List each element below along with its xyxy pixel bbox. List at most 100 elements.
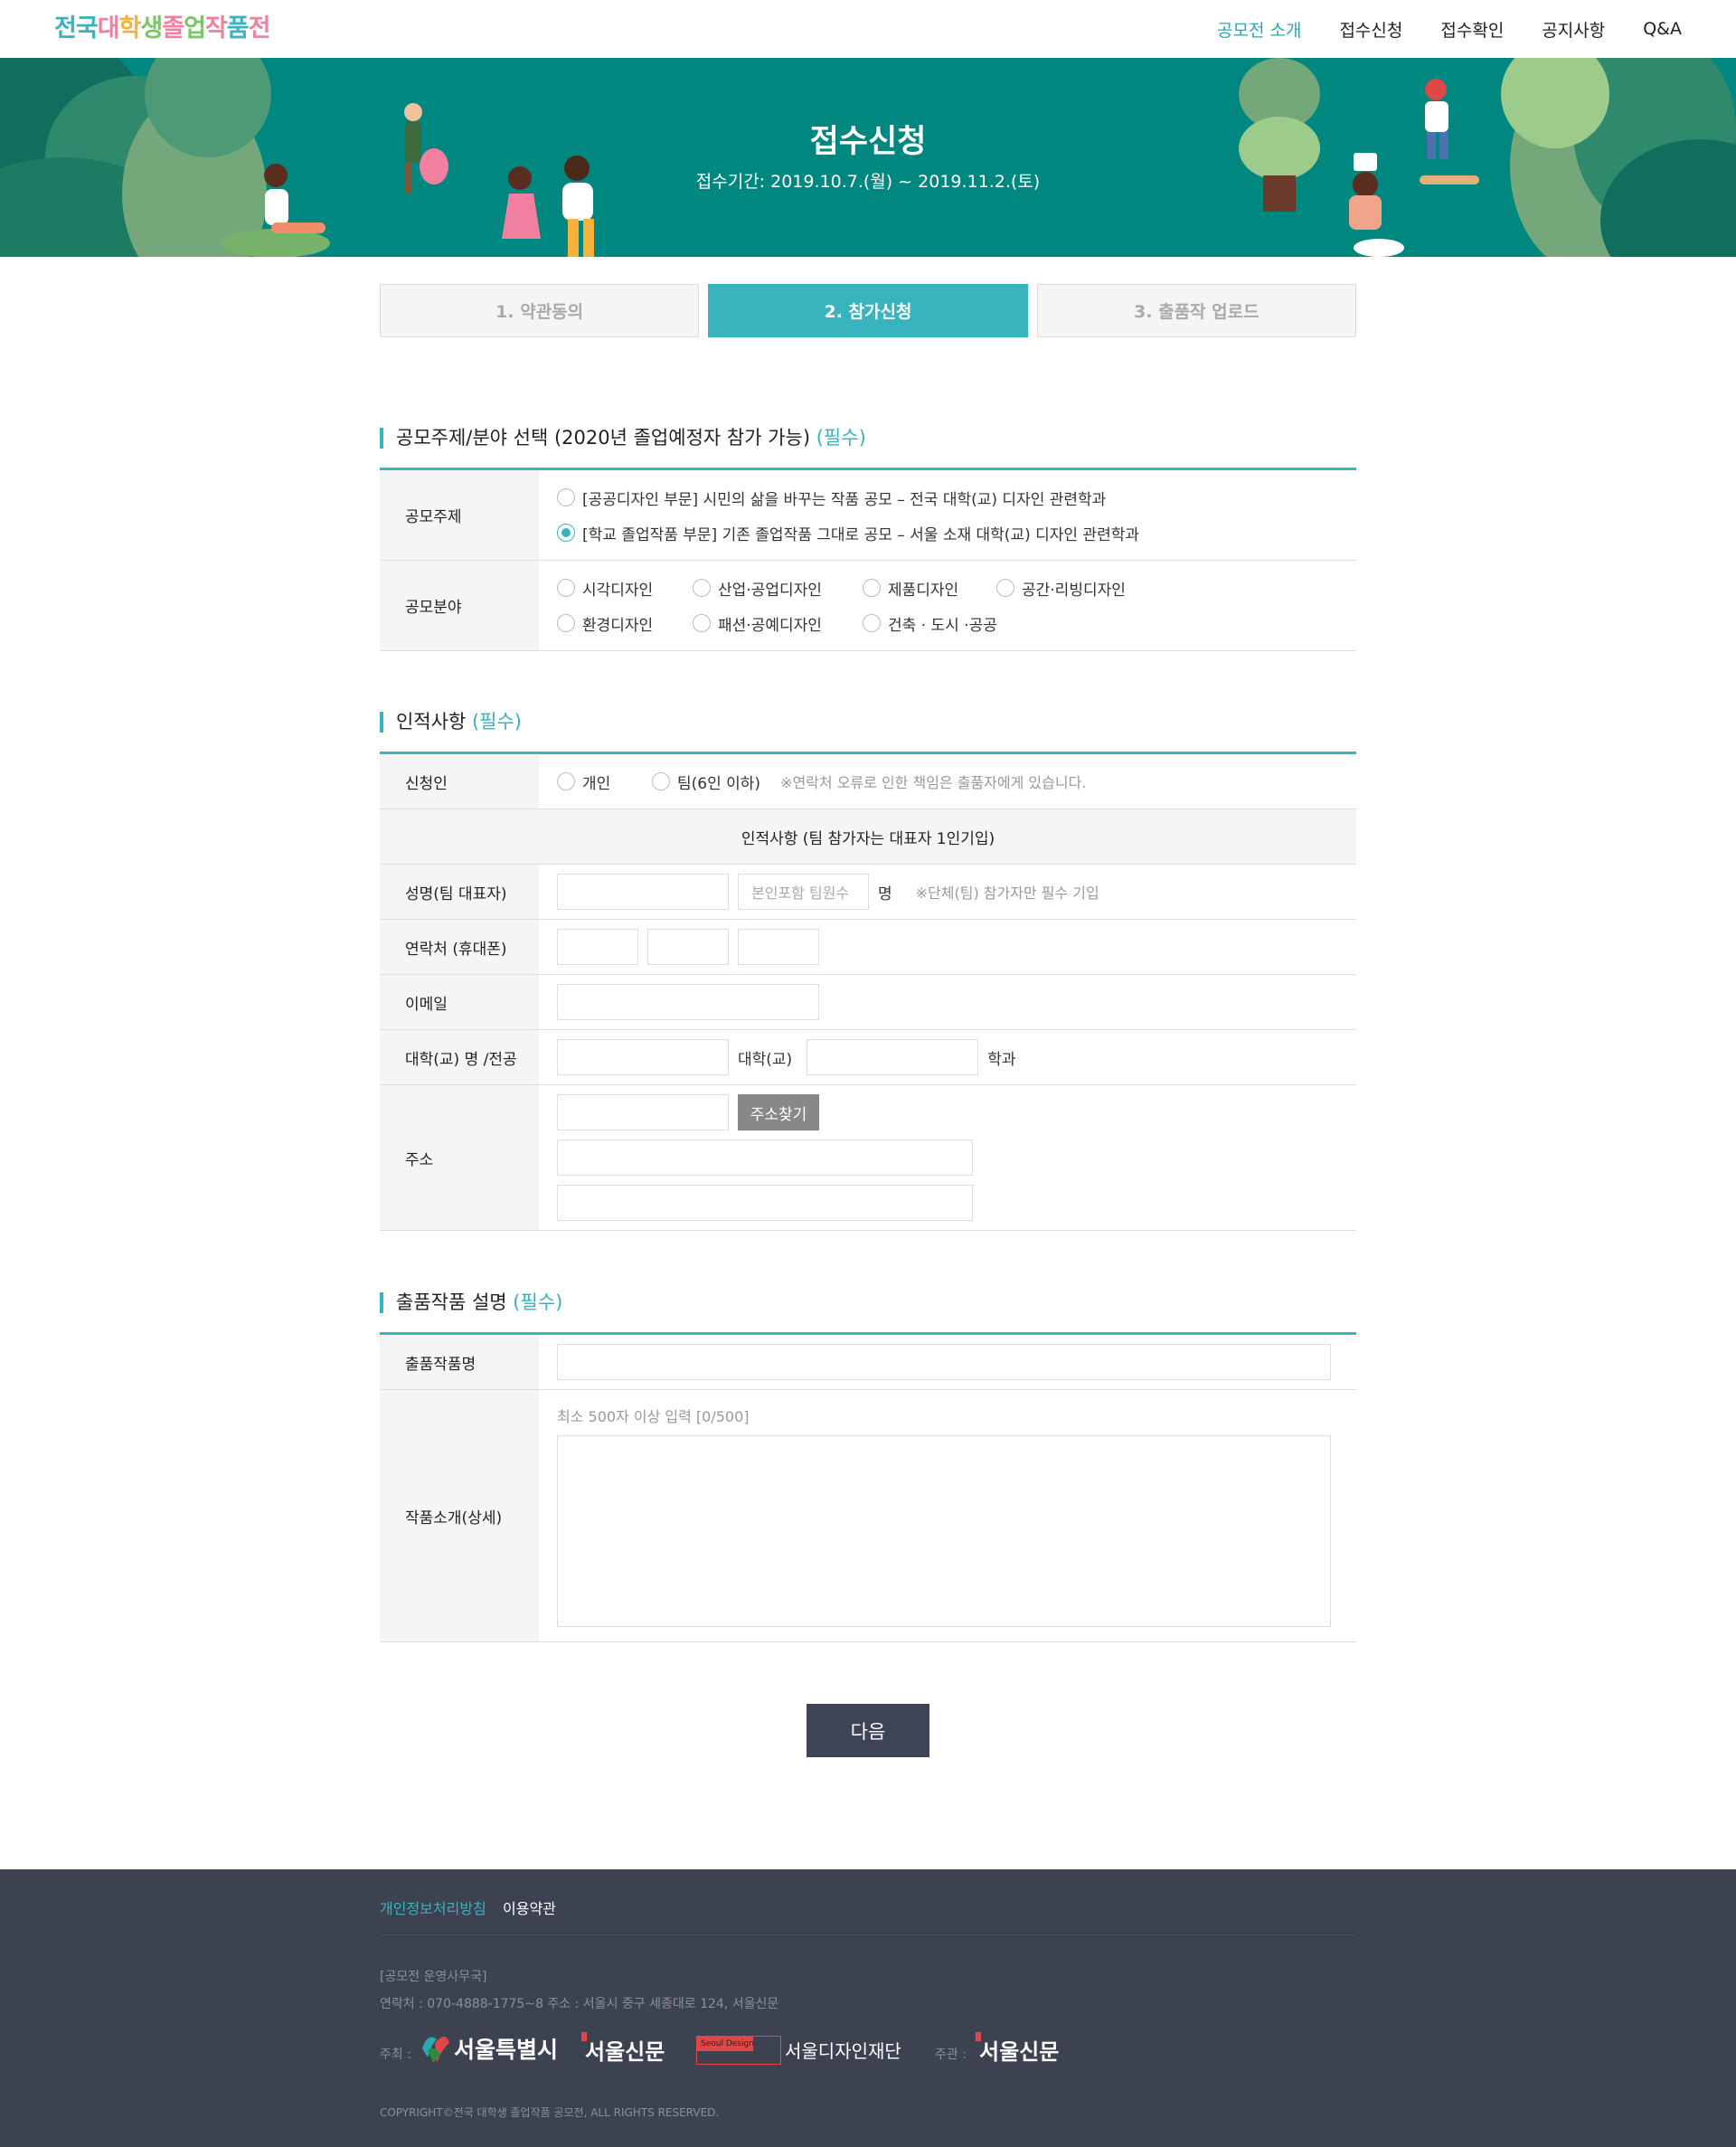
page-title: 접수신청 [809, 124, 927, 160]
field-row: 공모분야 시각디자인 산업·공업디자인 제품디자인 공간·리빙디자인 환경디자인… [380, 561, 1356, 651]
work-desc-row: 작품소개(상세) 최소 500자 이상 입력 [0/500] [380, 1390, 1356, 1642]
applicant-team[interactable]: 팀(6인 이하) [652, 771, 760, 793]
address-row: 주소 주소찾기 [380, 1085, 1356, 1231]
next-button[interactable]: 다음 [807, 1704, 929, 1757]
field-option[interactable]: 공간·리빙디자인 [996, 577, 1126, 600]
organizer-seoul-shinmun: 서울신문 [979, 2039, 1060, 2065]
school-input[interactable] [557, 1039, 729, 1075]
section-title-text: 공모주제/분야 선택 (2020년 졸업예정자 참가 가능) [396, 427, 811, 449]
school-label: 대학(교) 명 /전공 [380, 1030, 539, 1084]
phone-input-1[interactable] [557, 929, 638, 965]
school-unit: 대학(교) [738, 1050, 793, 1069]
radio-icon [557, 488, 575, 506]
phone-input-3[interactable] [738, 929, 819, 965]
nav-item-about[interactable]: 공모전 소개 [1217, 17, 1301, 42]
field-option[interactable]: 시각디자인 [557, 577, 693, 600]
step-application: 2. 참가신청 [708, 284, 1028, 337]
field-option[interactable]: 산업·공업디자인 [693, 577, 863, 600]
seoul-design-badge: Seoul Design [697, 2037, 754, 2051]
field-option[interactable]: 환경디자인 [557, 612, 693, 635]
field-option-label: 패션·공예디자인 [718, 616, 822, 635]
required-mark: (필수) [471, 711, 522, 733]
seoul-design-foundation-logo: Seoul Design [696, 2036, 781, 2065]
step-terms: 1. 약관동의 [380, 284, 700, 337]
radio-icon [693, 579, 711, 597]
postcode-input[interactable] [557, 1094, 729, 1130]
theme-row: 공모주제 [공공디자인 부문] 시민의 삶을 바꾸는 작품 공모 – 전국 대학… [380, 470, 1356, 561]
radio-icon [693, 614, 711, 632]
team-count-input[interactable]: 본인포함 팀원수 [738, 874, 869, 910]
sponsor-seoul-shinmun: 서울신문 [585, 2039, 665, 2065]
work-name-row: 출품작품명 [380, 1335, 1356, 1390]
work-table: 출품작품명 작품소개(상세) 최소 500자 이상 입력 [0/500] [380, 1332, 1356, 1642]
office-name: [공모전 운영사무국] [380, 1970, 487, 1984]
team-unit: 명 [878, 884, 892, 903]
radio-checked-icon [557, 524, 575, 542]
email-input[interactable] [557, 984, 819, 1020]
work-desc-textarea[interactable] [557, 1435, 1331, 1627]
nav-item-notice[interactable]: 공지사항 [1542, 17, 1605, 42]
theme-option-label: [공공디자인 부문] 시민의 삶을 바꾸는 작품 공모 – 전국 대학(교) 디… [582, 490, 1107, 509]
applicant-label: 신청인 [380, 754, 539, 809]
site-logo[interactable]: 전국대학생졸업작품전 [54, 13, 271, 45]
phone-input-2[interactable] [647, 929, 729, 965]
field-option-label: 공간·리빙디자인 [1022, 581, 1126, 600]
name-input[interactable] [557, 874, 729, 910]
section-title-work: 출품작품 설명 (필수) [380, 1292, 562, 1313]
radio-icon [863, 614, 881, 632]
work-desc-hint: 최소 500자 이상 입력 [0/500] [557, 1408, 750, 1425]
field-option[interactable]: 건축 · 도시 ·공공 [863, 612, 997, 635]
radio-icon [996, 579, 1014, 597]
application-period: 접수기간: 2019.10.7.(월) ~ 2019.11.2.(토) [695, 172, 1041, 192]
phone-row: 연락처 (휴대폰) [380, 920, 1356, 975]
address-input-1[interactable] [557, 1140, 973, 1176]
logo-letter: 생 [140, 14, 163, 43]
name-row: 성명(팀 대표자) 본인포함 팀원수 명 ※단체(팀) 참가자만 필수 기입 [380, 865, 1356, 920]
name-label: 성명(팀 대표자) [380, 865, 539, 919]
required-mark: (필수) [513, 1291, 563, 1313]
address-label: 주소 [380, 1085, 539, 1230]
theme-option-public[interactable]: [공공디자인 부문] 시민의 삶을 바꾸는 작품 공모 – 전국 대학(교) 디… [557, 487, 1106, 509]
field-option[interactable]: 패션·공예디자인 [693, 612, 863, 635]
address-input-2[interactable] [557, 1185, 973, 1221]
section-title-text: 출품작품 설명 [396, 1291, 507, 1313]
radio-icon [557, 614, 575, 632]
work-name-input[interactable] [557, 1344, 1331, 1380]
section-title-personal: 인적사항 (필수) [380, 712, 522, 733]
logo-letter: 전 [248, 14, 271, 43]
field-option[interactable]: 제품디자인 [863, 577, 996, 600]
major-input[interactable] [807, 1039, 979, 1075]
nav-item-apply[interactable]: 접수신청 [1339, 17, 1402, 42]
nav-item-qna[interactable]: Q&A [1643, 19, 1682, 39]
theme-option-graduation[interactable]: [학교 졸업작품 부문] 기존 졸업작품 그대로 공모 – 서울 소재 대학(교… [557, 522, 1139, 544]
personal-table: 신청인 개인 팀(6인 이하) ※연락처 오류로 인한 책임은 출품자에게 있습… [380, 752, 1356, 1231]
theme-label: 공모주제 [380, 470, 539, 560]
logo-letter: 업 [184, 14, 206, 43]
nav-item-check[interactable]: 접수확인 [1440, 17, 1504, 42]
radio-icon [557, 772, 575, 790]
radio-icon [557, 579, 575, 597]
theme-table: 공모주제 [공공디자인 부문] 시민의 삶을 바꾸는 작품 공모 – 전국 대학… [380, 468, 1356, 651]
main-nav: 공모전 소개 접수신청 접수확인 공지사항 Q&A [1217, 0, 1682, 58]
step-indicator: 1. 약관동의 2. 참가신청 3. 출품작 업로드 [380, 284, 1356, 337]
applicant-option-label: 개인 [582, 774, 611, 793]
work-desc-label: 작품소개(상세) [380, 1390, 539, 1641]
team-note: ※단체(팀) 참가자만 필수 기입 [915, 884, 1099, 902]
field-option-label: 건축 · 도시 ·공공 [888, 616, 997, 635]
applicant-individual[interactable]: 개인 [557, 771, 652, 793]
email-row: 이메일 [380, 975, 1356, 1030]
privacy-policy-link[interactable]: 개인정보처리방침 [380, 1896, 486, 1918]
terms-link[interactable]: 이용약관 [503, 1896, 556, 1918]
major-unit: 학과 [987, 1050, 1016, 1069]
copyright: COPYRIGHT©전국 대학생 졸업작품 공모전, ALL RIGHTS RE… [380, 2106, 720, 2119]
section-title-theme: 공모주제/분야 선택 (2020년 졸업예정자 참가 가능) (필수) [380, 428, 866, 449]
seoul-city-logo [419, 2030, 451, 2068]
logo-letter: 졸 [162, 14, 184, 43]
field-label: 공모분야 [380, 561, 539, 650]
office-contact: 연락처 : 070-4888-1775~8 주소 : 서울시 중구 세종대로 1… [380, 1997, 779, 2011]
applicant-row: 신청인 개인 팀(6인 이하) ※연락처 오류로 인한 책임은 출품자에게 있습… [380, 754, 1356, 809]
field-option-label: 제품디자인 [888, 581, 959, 600]
organizer-label: 주관 : [935, 2048, 967, 2062]
applicant-note: ※연락처 오류로 인한 책임은 출품자에게 있습니다. [780, 774, 1087, 791]
address-search-button[interactable]: 주소찾기 [738, 1094, 819, 1130]
